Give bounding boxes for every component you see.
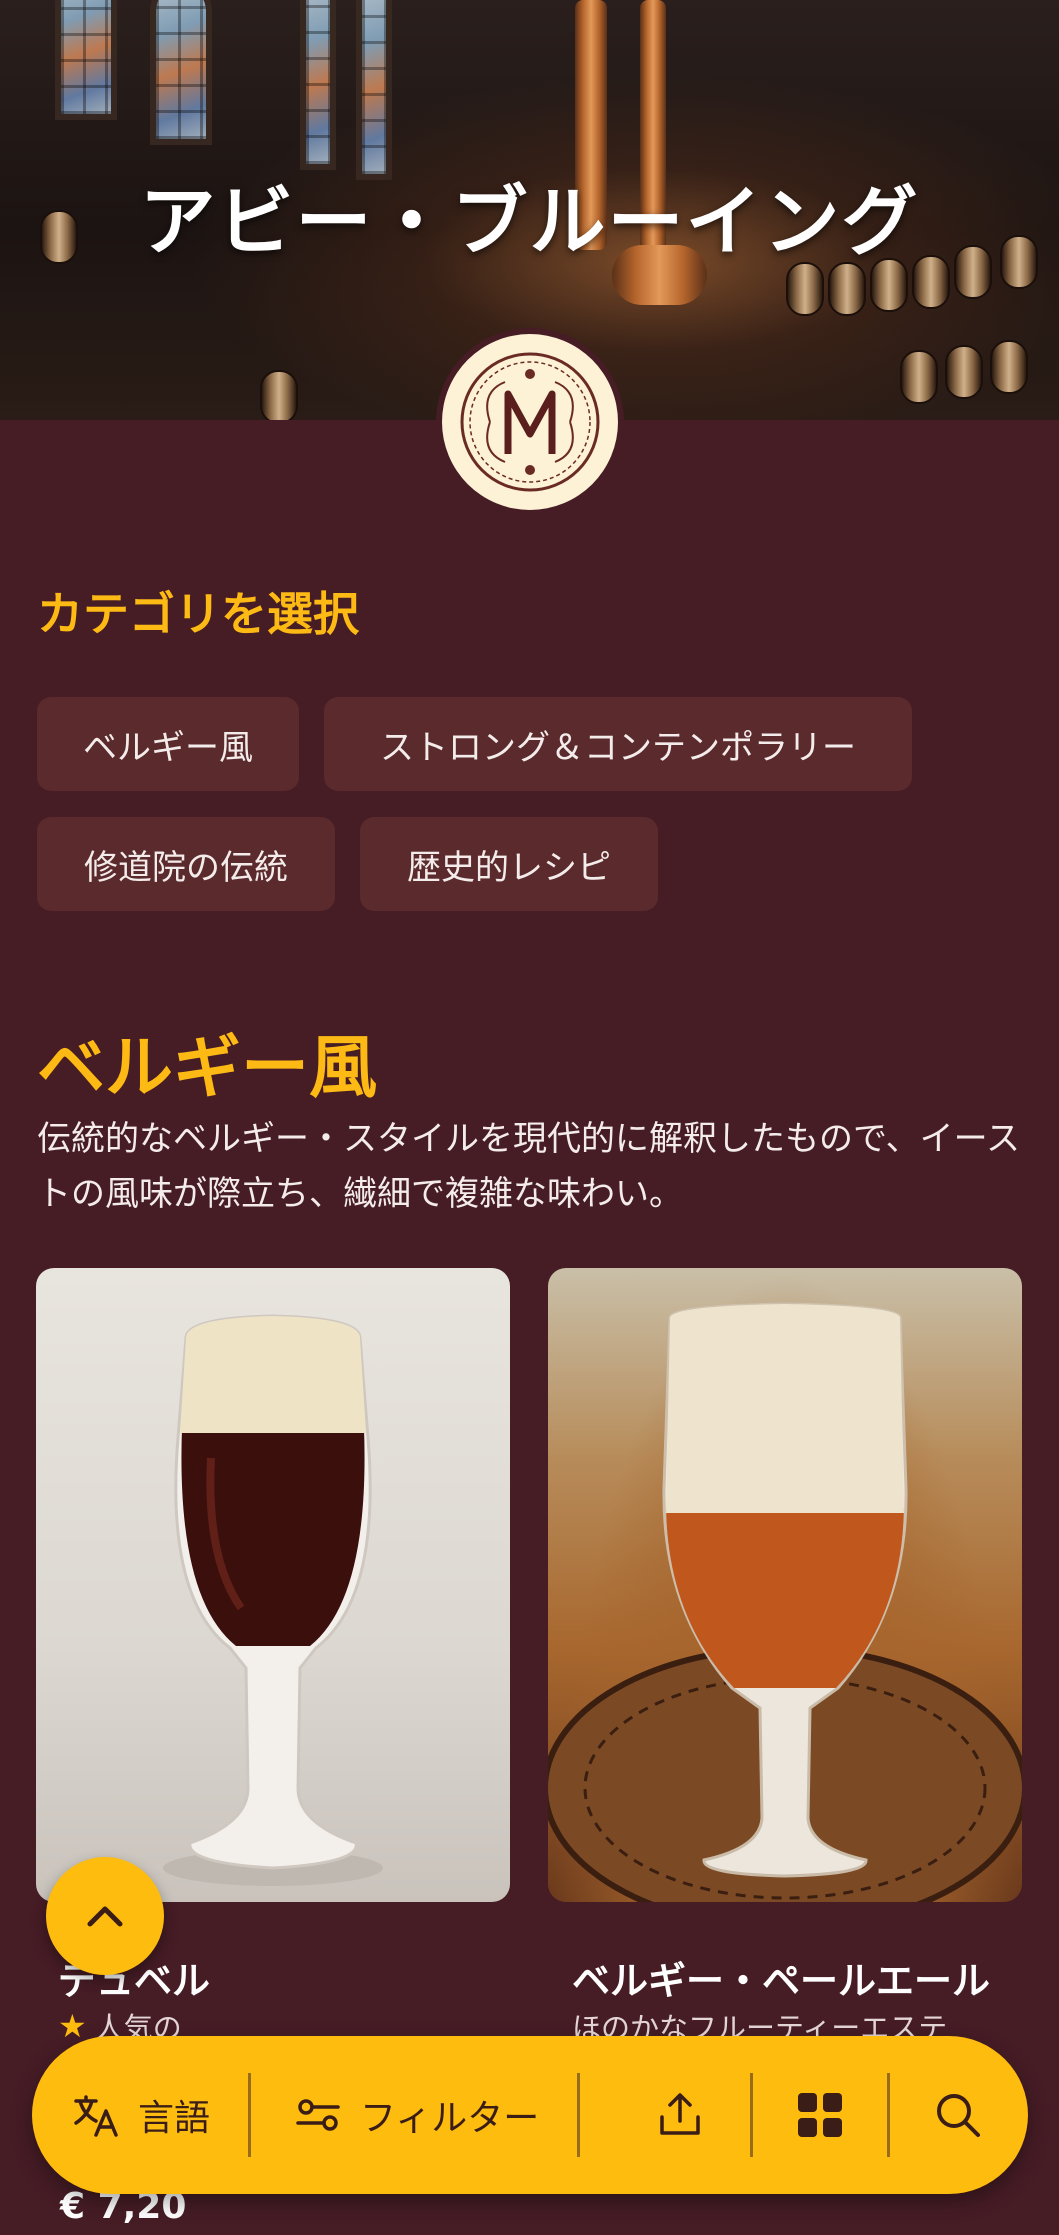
beer-glass-image [163,1314,383,1886]
category-chip-strong-contemporary[interactable]: ストロング＆コンテンポラリー [324,697,912,791]
barrel [990,340,1028,394]
filter-sliders-icon [296,2099,340,2131]
barrel [828,262,866,316]
grid-icon [798,2093,842,2137]
stained-glass-window [356,0,392,180]
barrel [945,345,983,399]
page-title: アビー・ブルーイング [139,177,920,266]
category-chip-belgian[interactable]: ベルギー風 [37,697,299,791]
share-button[interactable] [654,2036,706,2194]
product-image-duvel[interactable] [36,1268,510,1902]
scroll-to-top-button[interactable] [46,1857,164,1975]
share-icon [660,2093,700,2135]
stained-glass-window [55,0,117,120]
category-heading: カテゴリを選択 [37,587,359,641]
language-button[interactable]: 言語 [72,2036,210,2194]
stained-glass-window [300,0,336,170]
search-button[interactable] [932,2036,984,2194]
product-image-belgian-pale-ale[interactable] [548,1268,1022,1902]
beer-glass-image [548,1302,1022,1902]
section-description: 伝統的なベルギー・スタイルを現代的に解釈したもので、イーストの風味が際立ち、繊細… [37,1119,1020,1214]
stained-glass-window [150,0,212,145]
translate-icon [74,2095,118,2137]
monogram-m-icon [460,352,600,492]
search-icon [937,2094,980,2137]
toolbar-divider [750,2073,753,2157]
barrel [900,350,938,404]
brewery-logo [436,328,624,516]
bottom-toolbar: 言語 フィルター [32,2036,1028,2194]
category-chip-historic-recipes[interactable]: 歴史的レシピ [360,817,658,911]
toolbar-divider [248,2073,251,2157]
barrel [260,370,298,420]
toolbar-divider [577,2073,580,2157]
section-title: ベルギー風 [37,1029,378,1108]
category-chip-abbey-tradition[interactable]: 修道院の伝統 [37,817,335,911]
barrel [786,262,824,316]
chevron-up-icon [87,1906,123,1927]
grid-view-button[interactable] [794,2036,846,2194]
product-name[interactable]: ベルギー・ペールエール [572,1950,990,2005]
toolbar-divider [887,2073,890,2157]
filter-button[interactable]: フィルター [294,2036,539,2194]
